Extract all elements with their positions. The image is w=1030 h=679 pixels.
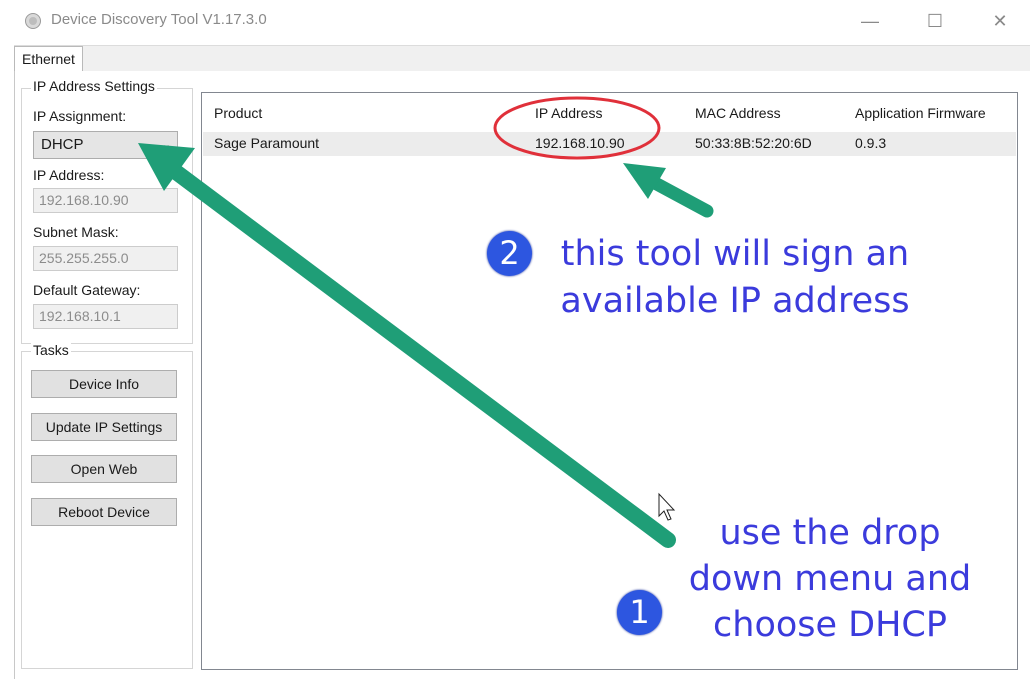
step-1-badge: 1 xyxy=(617,590,662,635)
step-1-text-line-2: down menu and xyxy=(688,559,972,599)
ip-highlight-circle xyxy=(493,96,661,160)
step-1-text-line-1: use the drop xyxy=(719,513,941,553)
step-1-text-line-3: choose DHCP xyxy=(713,605,947,645)
step-2-text-line-1: this tool will sign an xyxy=(560,234,910,274)
step-2-badge: 2 xyxy=(487,231,532,276)
step-2-text-line-2: available IP address xyxy=(560,281,910,321)
arrow-to-dropdown xyxy=(138,143,676,548)
arrow-to-ip-address xyxy=(623,163,714,218)
mouse-cursor-icon xyxy=(658,492,676,521)
